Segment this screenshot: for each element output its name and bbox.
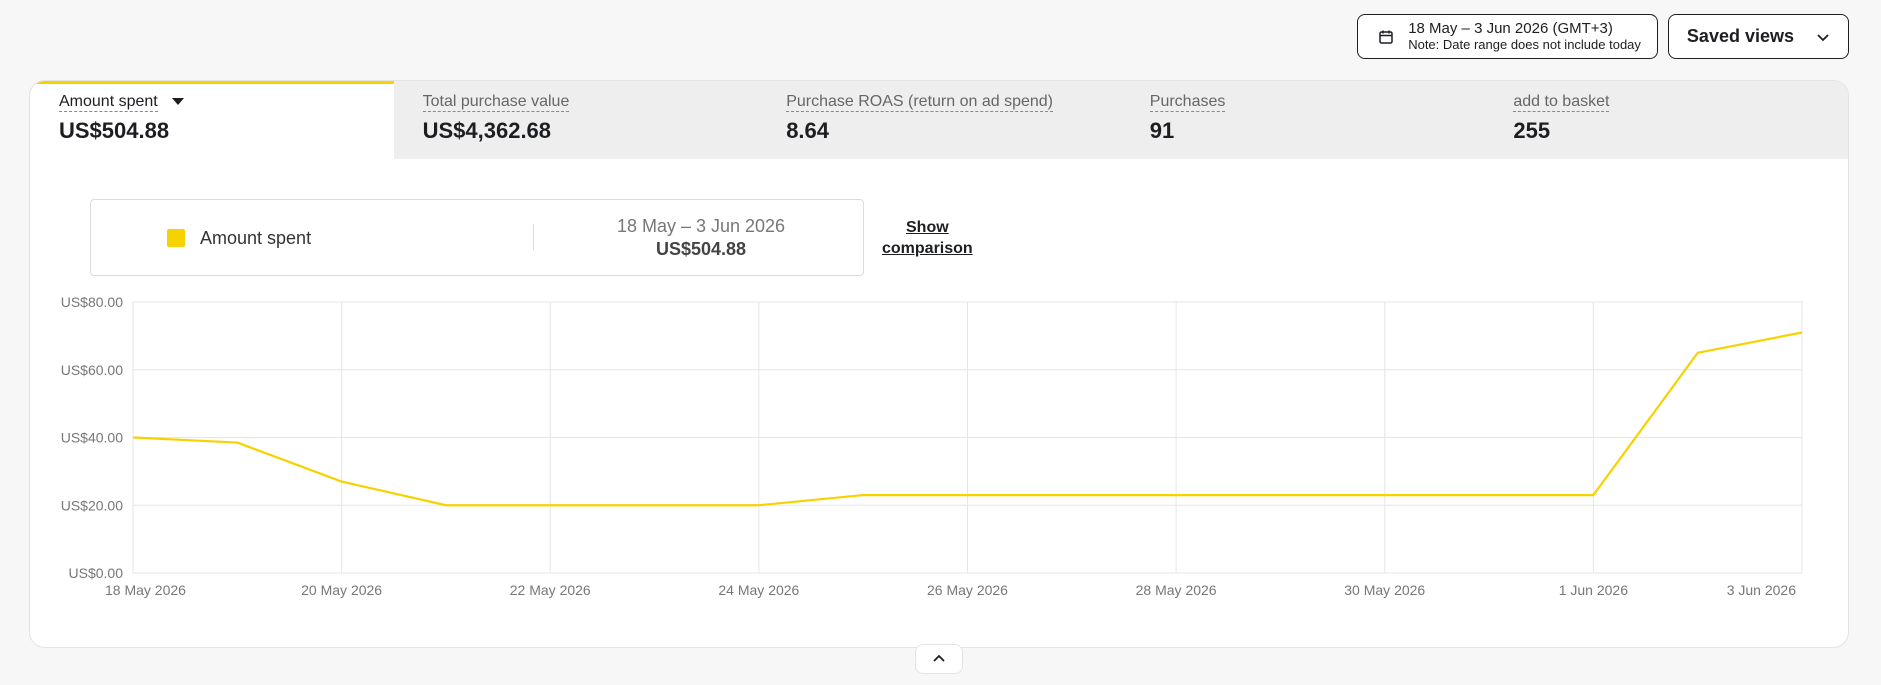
y-tick-label: US$0.00: [69, 565, 124, 581]
y-tick-label: US$20.00: [61, 497, 123, 513]
date-range-picker-button[interactable]: 18 May – 3 Jun 2026 (GMT+3) Note: Date r…: [1357, 14, 1658, 59]
x-tick-label: 3 Jun 2026: [1727, 582, 1796, 598]
chevron-down-icon: [1816, 26, 1830, 47]
performance-card: Amount spent US$504.88 Total purchase va…: [29, 80, 1849, 648]
x-tick-label: 28 May 2026: [1136, 582, 1217, 598]
y-tick-label: US$80.00: [61, 294, 123, 310]
x-tick-label: 22 May 2026: [510, 582, 591, 598]
x-tick-label: 18 May 2026: [105, 582, 186, 598]
collapse-chart-button[interactable]: [915, 644, 963, 674]
saved-views-button[interactable]: Saved views: [1667, 14, 1849, 59]
saved-views-label: Saved views: [1686, 26, 1794, 46]
chevron-up-icon: [932, 650, 946, 668]
x-tick-label: 20 May 2026: [301, 582, 382, 598]
y-tick-label: US$60.00: [61, 362, 123, 378]
top-toolbar: 18 May – 3 Jun 2026 (GMT+3) Note: Date r…: [1357, 14, 1849, 59]
x-tick-label: 1 Jun 2026: [1559, 582, 1628, 598]
y-tick-label: US$40.00: [61, 430, 123, 446]
calendar-icon: [1378, 29, 1394, 45]
x-tick-label: 24 May 2026: [718, 582, 799, 598]
date-range-text: 18 May – 3 Jun 2026 (GMT+3) Note: Date r…: [1408, 19, 1641, 53]
x-tick-label: 26 May 2026: [927, 582, 1008, 598]
amount-spent-line-chart: US$0.00 US$20.00 US$40.00 US$60.00 US$80.00 1…: [61, 294, 1803, 598]
x-tick-label: 30 May 2026: [1344, 582, 1425, 598]
date-range-note: Note: Date range does not include today: [1408, 36, 1641, 52]
date-range-label: 18 May – 3 Jun 2026 (GMT+3): [1408, 19, 1613, 37]
